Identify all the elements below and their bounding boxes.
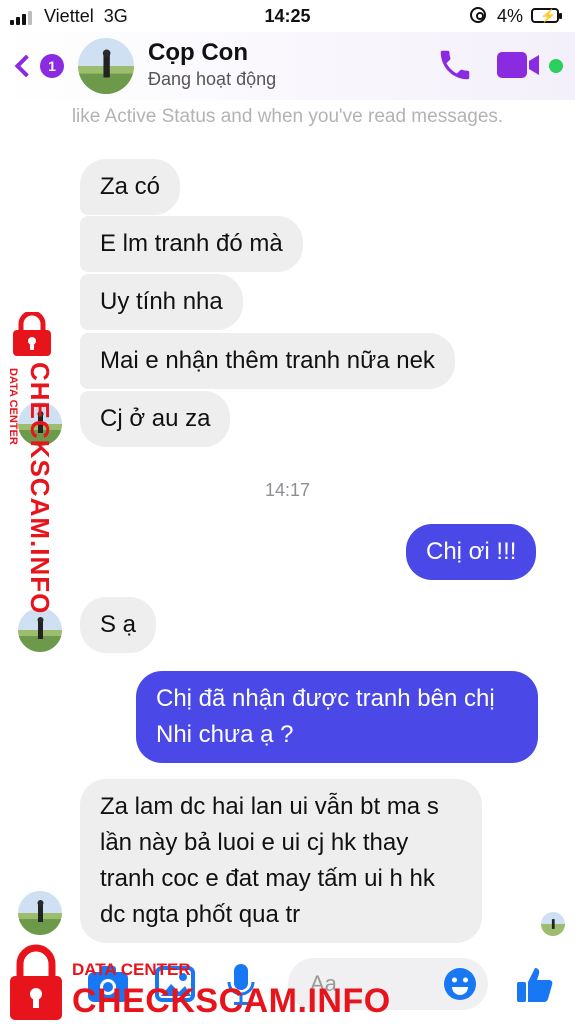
lock-icon [10,944,62,1020]
thumbs-up-icon[interactable] [515,964,555,1004]
battery-percentage: 4% [497,6,524,26]
contact-avatar-small [18,608,62,652]
contact-name[interactable]: Cọp Con [148,39,248,67]
watermark-site-text: CHECKSCAM.INFO [25,362,55,615]
unread-count-badge: 1 [40,54,64,78]
message-bubble-incoming[interactable]: S ạ [80,597,157,653]
watermark-side: CHECKSCAM.INFO DATA CENTER [2,312,62,614]
contact-active-status: Đang hoạt động [148,69,277,89]
privacy-note: like Active Status and when you've read … [71,106,504,127]
message-bubble-incoming[interactable]: Za lam dc hai lan ui vẫn bt ma s lần này… [80,779,482,943]
online-indicator [549,59,563,73]
timestamp-separator: 14:17 [264,480,311,500]
status-time: 14:25 [264,6,311,26]
message-bubble-incoming[interactable]: Mai e nhận thêm tranh nữa nek [80,333,455,389]
read-receipt-avatar [541,912,565,936]
message-bubble-incoming[interactable]: Cj ở au za [80,391,231,447]
conversation-header: 1 Cọp Con Đang hoạt động [0,32,575,100]
phone-icon[interactable] [436,46,474,84]
emoji-icon[interactable] [443,967,477,1001]
message-bubble-outgoing[interactable]: Chị ơi !!! [406,524,537,580]
battery-icon: ⚡ [531,8,562,23]
lock-icon [13,312,51,356]
message-bubble-outgoing[interactable]: Chị đã nhận được tranh bên chị Nhi chưa … [136,671,538,763]
back-button[interactable]: 1 [12,46,72,86]
composer-bar: Aa DATA CENTER CHECKSCAM.INFO [0,944,575,1024]
video-camera-icon[interactable] [497,50,543,80]
contact-avatar-small [18,891,62,935]
orientation-lock-icon [470,7,486,23]
message-bubble-incoming[interactable]: E lm tranh đó mà [80,216,303,272]
contact-avatar[interactable] [78,38,134,94]
back-chevron-icon [14,54,38,78]
status-bar: Viettel 3G 14:25 4% ⚡ [0,0,575,32]
watermark-sub-text: DATA CENTER [7,368,19,445]
message-bubble-incoming[interactable]: Za có [80,159,181,215]
message-bubble-incoming[interactable]: Uy tính nha [80,274,243,330]
watermark-sub-text: DATA CENTER [72,960,191,979]
watermark-site-text: CHECKSCAM.INFO [72,982,391,1020]
